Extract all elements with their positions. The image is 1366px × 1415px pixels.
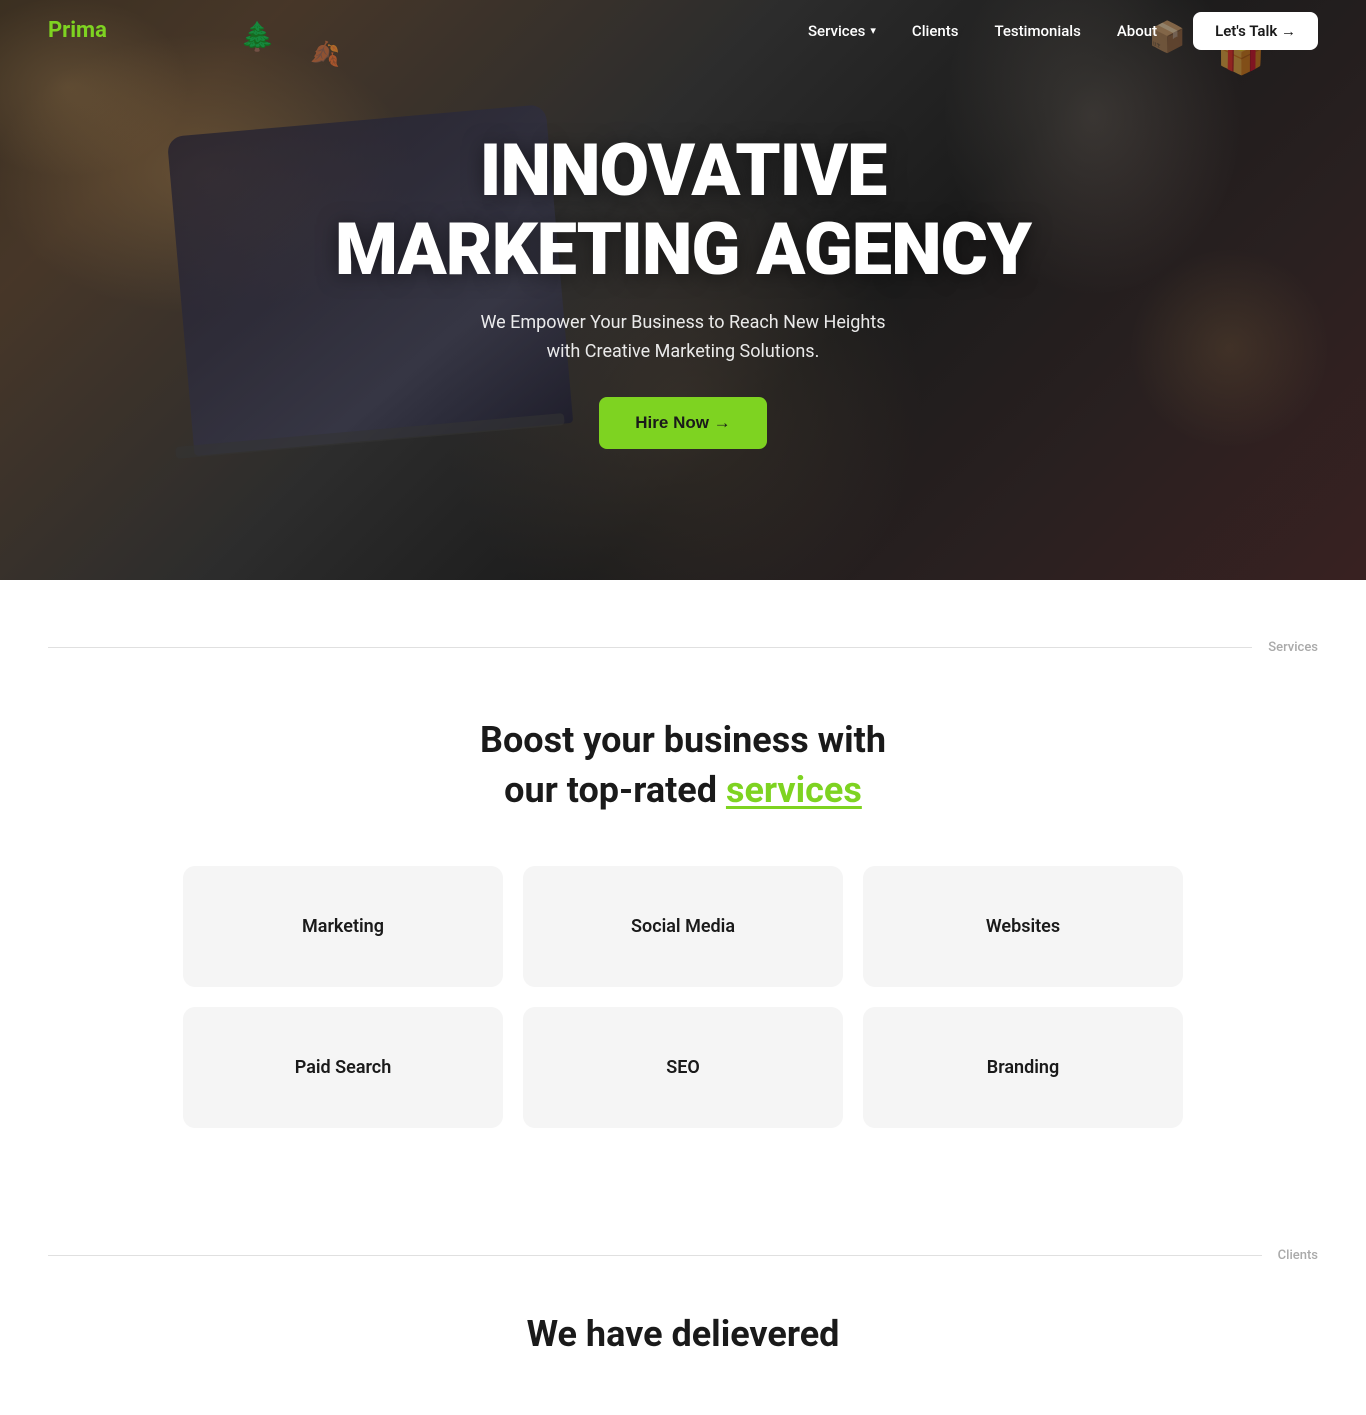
services-grid: Marketing Social Media Websites Paid Sea… xyxy=(183,866,1183,1128)
nav-link-about[interactable]: About xyxy=(1117,22,1157,40)
hero-content: INNOVATIVE MARKETING AGENCY We Empower Y… xyxy=(335,131,1031,449)
hire-now-button[interactable]: Hire Now → xyxy=(599,397,766,449)
services-heading: Boost your business with our top-rated s… xyxy=(48,715,1318,816)
service-card-branding[interactable]: Branding xyxy=(863,1007,1183,1128)
nav-cta-button[interactable]: Let's Talk → xyxy=(1193,12,1318,50)
clients-heading: We have delievered xyxy=(48,1313,1318,1355)
hero-subtitle: We Empower Your Business to Reach New He… xyxy=(463,309,903,367)
clients-divider: Clients xyxy=(48,1248,1318,1263)
hero-title-line2: MARKETING AGENCY xyxy=(335,207,1031,292)
divider-label: Services xyxy=(1268,640,1318,655)
logo[interactable]: Prima xyxy=(48,18,107,43)
nav-link-testimonials[interactable]: Testimonials xyxy=(994,22,1080,40)
hero-section: 🌲 🍂 🎁 📦 INNOVATIVE MARKETING AGENCY We E… xyxy=(0,0,1366,580)
services-heading-line2-plain: our top-rated xyxy=(504,769,726,811)
services-divider: Services xyxy=(48,640,1318,655)
nav-item-clients[interactable]: Clients xyxy=(912,21,959,40)
hero-title: INNOVATIVE MARKETING AGENCY xyxy=(335,131,1031,289)
service-card-social-media[interactable]: Social Media xyxy=(523,866,843,987)
navbar: Prima Services ▾ Clients Testimonials Ab… xyxy=(0,0,1366,61)
service-card-seo[interactable]: SEO xyxy=(523,1007,843,1128)
service-card-paid-search[interactable]: Paid Search xyxy=(183,1007,503,1128)
nav-item-cta[interactable]: Let's Talk → xyxy=(1193,21,1318,40)
nav-item-testimonials[interactable]: Testimonials xyxy=(994,21,1080,40)
service-card-marketing[interactable]: Marketing xyxy=(183,866,503,987)
nav-link-services[interactable]: Services ▾ xyxy=(808,22,876,40)
divider-line xyxy=(48,647,1252,648)
chevron-down-icon: ▾ xyxy=(870,24,876,37)
services-heading-highlight: services xyxy=(726,769,862,811)
hero-title-line1: INNOVATIVE xyxy=(480,128,887,213)
services-section: Services Boost your business with our to… xyxy=(0,580,1366,1208)
clients-divider-label: Clients xyxy=(1278,1248,1318,1263)
service-card-websites[interactable]: Websites xyxy=(863,866,1183,987)
clients-divider-line xyxy=(48,1255,1262,1256)
clients-section: Clients We have delievered xyxy=(0,1208,1366,1415)
nav-link-clients[interactable]: Clients xyxy=(912,22,959,40)
nav-item-about[interactable]: About xyxy=(1117,21,1157,40)
nav-item-services[interactable]: Services ▾ xyxy=(808,22,876,40)
nav-links: Services ▾ Clients Testimonials About Le… xyxy=(808,21,1318,40)
services-heading-line1: Boost your business with xyxy=(480,719,886,761)
